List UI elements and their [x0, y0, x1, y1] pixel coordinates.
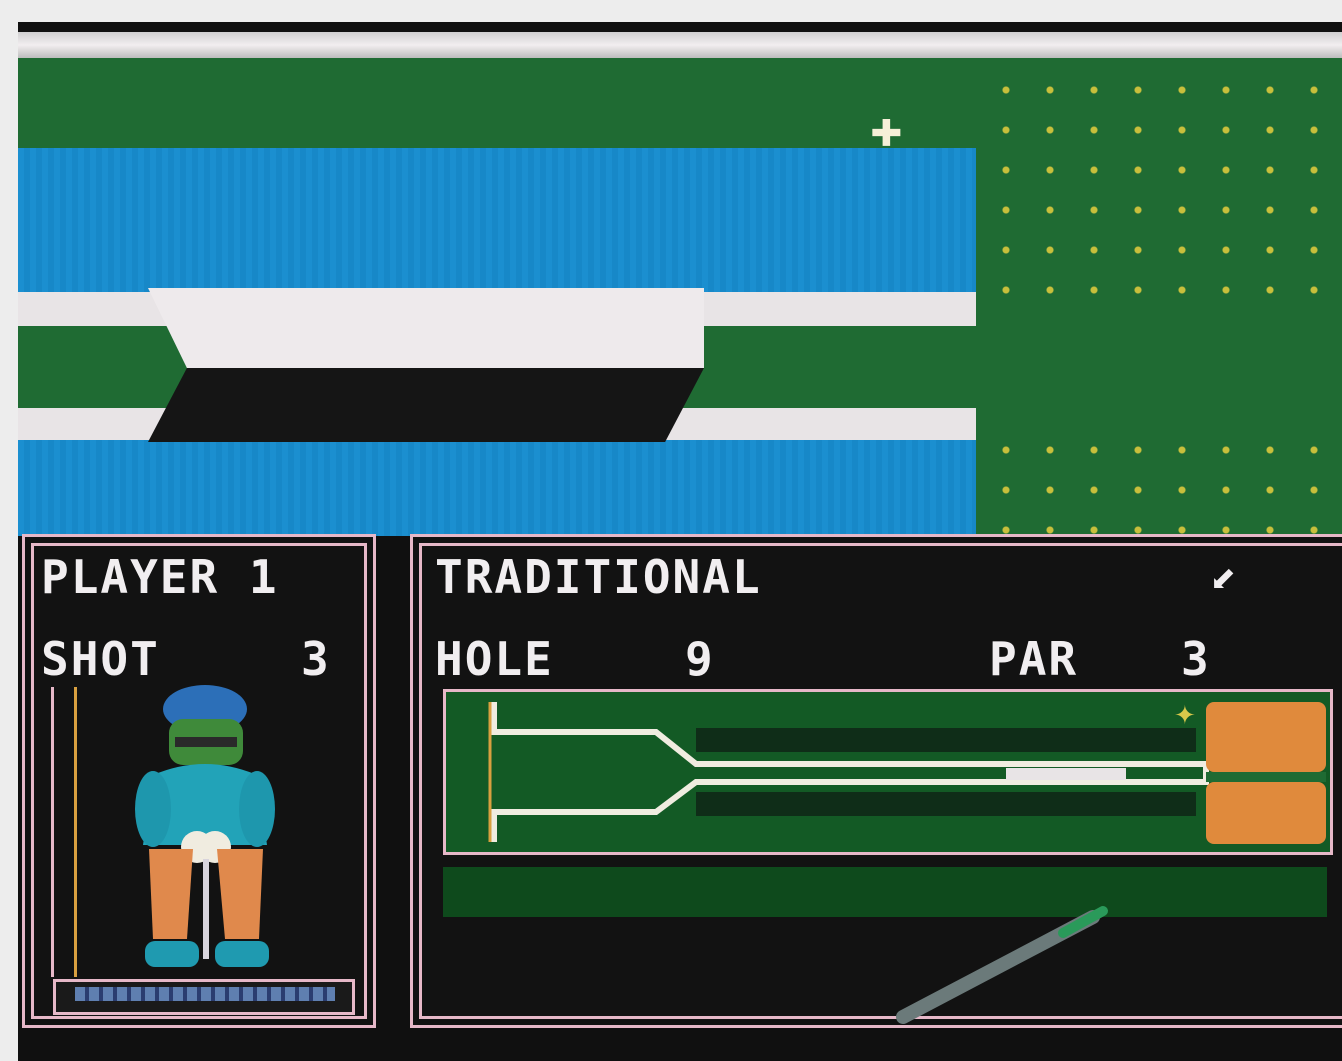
shot-count: 3: [301, 632, 331, 686]
golf-club-icon: [896, 906, 1108, 1024]
player-label: PLAYER 1: [41, 550, 279, 604]
swing-meter-fill: [75, 987, 335, 1001]
hole-overview-map: ✦: [443, 689, 1333, 855]
mode-label: TRADITIONAL: [435, 550, 762, 604]
shot-label: SHOT: [41, 632, 160, 686]
water-hazard-lower: [18, 440, 978, 536]
par-label: PAR: [989, 632, 1079, 686]
pin-marker-icon: ✦: [1174, 701, 1196, 731]
player-panel: PLAYER 1 SHOT 3: [22, 534, 376, 1028]
aim-crosshair-icon[interactable]: ✚: [870, 101, 930, 155]
water-hazard-upper: [18, 148, 978, 296]
game-screen: ✚ PLAYER 1 SHOT 3 TRADITIONAL ⬋ HOLE 9 P…: [18, 22, 1342, 1061]
hole-label: HOLE: [435, 632, 554, 686]
fairway-right: [976, 312, 1342, 422]
sand-bunker: [148, 288, 704, 368]
golfer-sprite-icon: [135, 685, 275, 967]
wind-arrow-icon: ⬋: [1211, 550, 1241, 604]
hole-number: 9: [685, 632, 715, 686]
course-info-panel: TRADITIONAL ⬋ HOLE 9 PAR 3 ✦: [410, 534, 1342, 1028]
out-of-bounds-stripe: [18, 32, 1342, 58]
rough-texture: [976, 64, 1342, 538]
par-value: 3: [1181, 632, 1211, 686]
bunker-shadow: [148, 368, 704, 442]
